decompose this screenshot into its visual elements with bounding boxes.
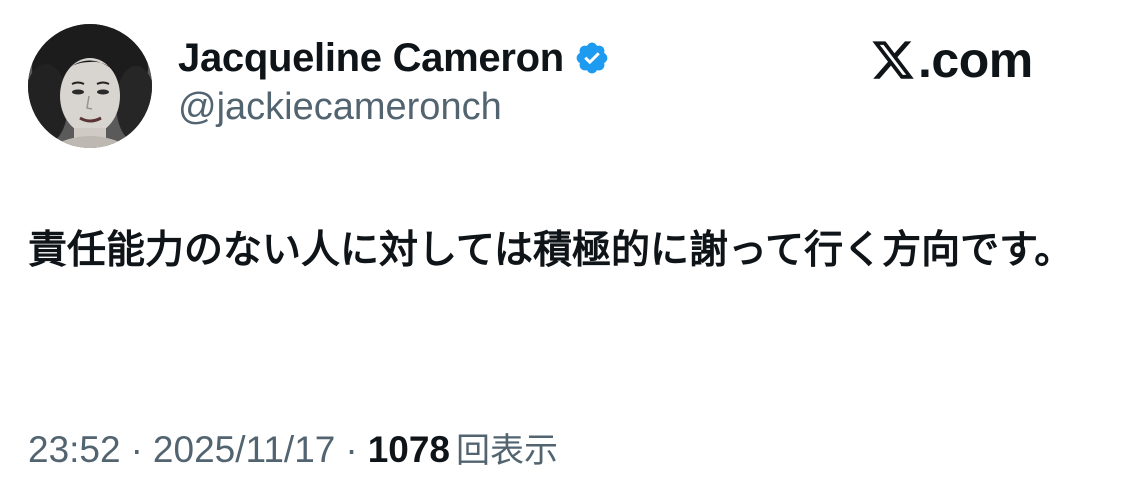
author-avatar[interactable] [28,24,152,148]
verified-badge-icon [574,40,610,76]
meta-separator: · [345,429,358,470]
portrait-photo [28,24,152,148]
meta-separator: · [130,429,143,470]
tweet-time[interactable]: 23:52 [28,428,121,472]
views-label: 回表示 [456,431,558,471]
tweet-body-text: 責任能力のない人に対しては積極的に謝って行く方向です。 [28,228,1074,273]
x-logo-icon [870,37,916,83]
site-logo: .com [870,30,1033,90]
site-domain-text: .com [918,32,1033,88]
tweet-meta: 23:52 · 2025/11/17 · 1078 回表示 [28,428,558,473]
views-count[interactable]: 1078 [368,428,450,472]
author-name-row[interactable]: Jacqueline Cameron [178,34,610,82]
author-handle[interactable]: @jackiecameronch [178,84,502,130]
tweet-date[interactable]: 2025/11/17 [153,428,335,472]
author-display-name[interactable]: Jacqueline Cameron [178,34,564,82]
